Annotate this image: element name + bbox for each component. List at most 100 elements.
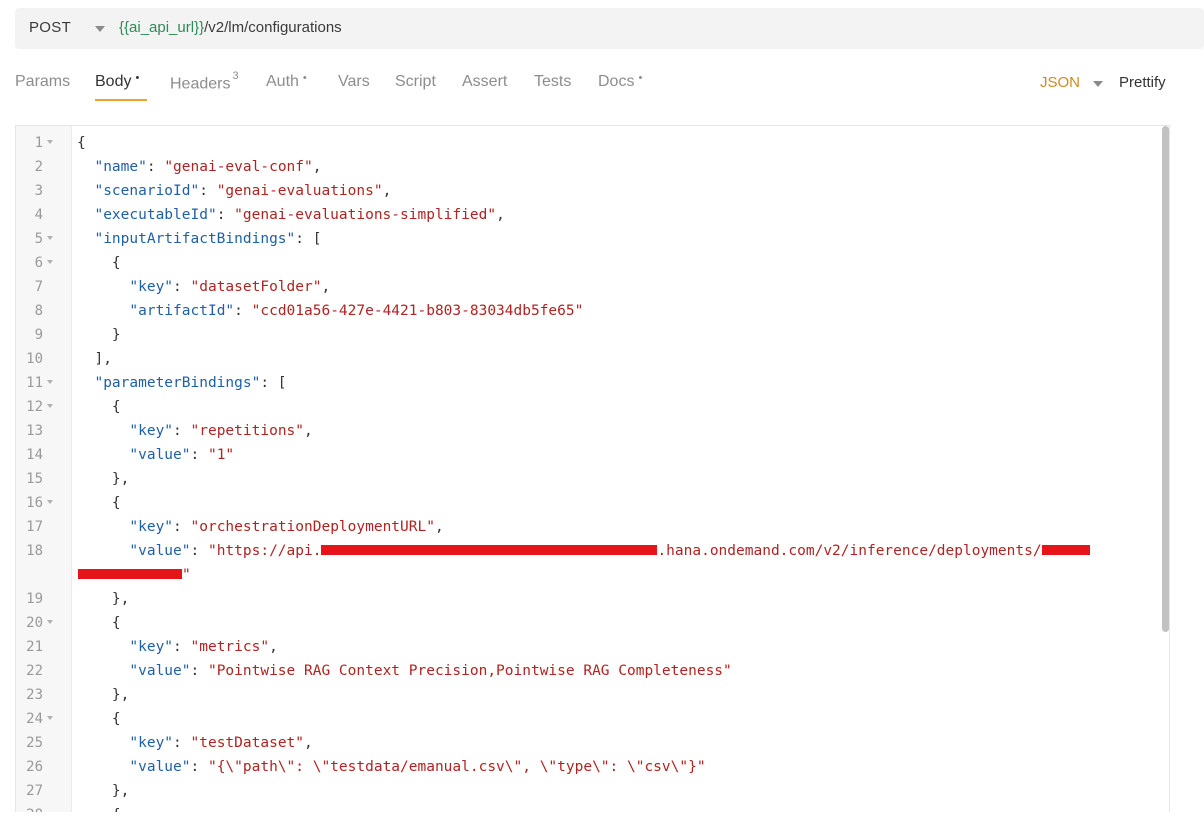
line-number: 25 — [26, 735, 43, 751]
code-text: { — [77, 399, 121, 415]
tab-body[interactable]: Body • — [95, 72, 140, 91]
code-text: { — [77, 711, 121, 727]
code-line: 21 "key": "metrics", — [16, 635, 1169, 659]
fold-caret-icon[interactable] — [47, 380, 53, 384]
http-method-select[interactable]: POST — [29, 19, 71, 36]
chevron-down-icon[interactable] — [1093, 81, 1103, 87]
json-body-editor[interactable]: 1{2 "name": "genai-eval-conf", 3 "scenari… — [15, 125, 1170, 812]
code-line: 28 { — [16, 803, 1169, 812]
fold-caret-icon[interactable] — [47, 236, 53, 240]
tab-label: Headers — [170, 75, 231, 93]
code-line: 17 "key": "orchestrationDeploymentURL", — [16, 515, 1169, 539]
line-number: 26 — [26, 759, 43, 775]
tab-script[interactable]: Script — [395, 73, 436, 91]
chevron-down-icon[interactable] — [95, 26, 105, 32]
tab-tests[interactable]: Tests — [534, 73, 571, 91]
code-text: "value": "1" — [129, 447, 235, 463]
line-number: 5 — [34, 231, 43, 247]
code-line: 5 "inputArtifactBindings": [ — [16, 227, 1169, 251]
code-line: 26 "value": "{\"path\": \"testdata/emanu… — [16, 755, 1169, 779]
code-line: 19 }, — [16, 587, 1169, 611]
line-number: 19 — [26, 591, 43, 607]
line-number: 28 — [16, 803, 43, 812]
code-text: "value": "Pointwise RAG Context Precisio… — [129, 663, 732, 679]
code-text: }, — [77, 591, 130, 607]
code-line: 6 { — [16, 251, 1169, 275]
url-variable: {{ai_api_url}} — [119, 19, 205, 36]
fold-caret-icon[interactable] — [47, 140, 53, 144]
code-line: 20 { — [16, 611, 1169, 635]
tab-label: Body — [95, 73, 132, 90]
code-line: 7 "key": "datasetFolder", — [16, 275, 1169, 299]
line-number: 14 — [26, 447, 43, 463]
code-line: 8 "artifactId": "ccd01a56-427e-4421-b803… — [16, 299, 1169, 323]
line-number: 9 — [34, 327, 43, 343]
tab-label: Docs — [598, 73, 635, 90]
code-line: 3 "scenarioId": "genai-evaluations", — [16, 179, 1169, 203]
code-text: "key": "testDataset", — [129, 735, 313, 751]
redaction-mark — [78, 569, 182, 579]
line-number: 17 — [26, 519, 43, 535]
active-tab-indicator — [95, 99, 147, 101]
code-text: "key": "datasetFolder", — [129, 279, 331, 295]
url-path: /v2/lm/configurations — [204, 19, 342, 36]
line-number: 3 — [34, 183, 43, 199]
line-number: 20 — [26, 615, 43, 631]
code-text: "value": "https://api. .hana.ondemand.com… — [77, 539, 1090, 563]
code-text: }, — [77, 783, 130, 799]
code-text: "value": "{\"path\": \"testdata/emanual.… — [129, 759, 706, 775]
line-number: 27 — [26, 783, 43, 799]
fold-caret-icon[interactable] — [47, 404, 53, 408]
tab-headers[interactable]: Headers 3 — [170, 70, 239, 93]
line-number: 16 — [26, 495, 43, 511]
tab-label: Params — [15, 73, 71, 90]
tab-docs[interactable]: Docs • — [598, 72, 643, 91]
modified-dot-icon: • — [135, 72, 140, 84]
code-line: 16 { — [16, 491, 1169, 515]
code-line: 12 { — [16, 395, 1169, 419]
code-text: { — [77, 255, 121, 271]
editor-scrollbar[interactable] — [1162, 126, 1169, 632]
code-text: "executableId": "genai-evaluations-simpl… — [94, 207, 505, 223]
tab-assert[interactable]: Assert — [462, 73, 507, 91]
fold-caret-icon[interactable] — [47, 716, 53, 720]
prettify-button[interactable]: Prettify — [1119, 74, 1166, 91]
code-line: 2 "name": "genai-eval-conf", — [16, 155, 1169, 179]
url-input[interactable]: {{ai_api_url}}/v2/lm/configurations — [119, 19, 342, 36]
line-number: 10 — [26, 351, 43, 367]
line-number: 7 — [34, 279, 43, 295]
line-number: 24 — [26, 711, 43, 727]
fold-caret-icon[interactable] — [47, 260, 53, 264]
modified-dot-icon: • — [638, 72, 643, 84]
body-mode-select[interactable]: JSON — [1040, 74, 1080, 91]
code-text: "key": "metrics", — [129, 639, 278, 655]
code-line: 4 "executableId": "genai-evaluations-sim… — [16, 203, 1169, 227]
request-url-bar: POST {{ai_api_url}}/v2/lm/configurations — [15, 8, 1204, 49]
code-text: } — [77, 327, 121, 343]
line-number: 2 — [34, 159, 43, 175]
code-line: 10 ], — [16, 347, 1169, 371]
fold-caret-icon[interactable] — [47, 620, 53, 624]
code-line: 1{ — [16, 131, 1169, 155]
code-line: 9 } — [16, 323, 1169, 347]
code-line: 24 { — [16, 707, 1169, 731]
tab-vars[interactable]: Vars — [338, 73, 370, 91]
line-number: 8 — [34, 303, 43, 319]
line-number: 15 — [26, 471, 43, 487]
tab-label: Auth — [266, 73, 299, 90]
code-line: 13 "key": "repetitions", — [16, 419, 1169, 443]
fold-caret-icon[interactable] — [47, 500, 53, 504]
line-number: 12 — [26, 399, 43, 415]
line-number: 4 — [34, 207, 43, 223]
redaction-mark — [1041, 545, 1090, 555]
code-text: "name": "genai-eval-conf", — [94, 159, 322, 175]
line-number: 23 — [26, 687, 43, 703]
code-text: { — [77, 135, 86, 151]
tab-params[interactable]: Params — [15, 73, 70, 91]
code-line: 11 "parameterBindings": [ — [16, 371, 1169, 395]
tab-auth[interactable]: Auth • — [266, 72, 307, 91]
tab-label: Assert — [462, 73, 508, 90]
code-text: "artifactId": "ccd01a56-427e-4421-b803-8… — [129, 303, 584, 319]
line-number: 6 — [34, 255, 43, 271]
code-text: }, — [77, 687, 130, 703]
